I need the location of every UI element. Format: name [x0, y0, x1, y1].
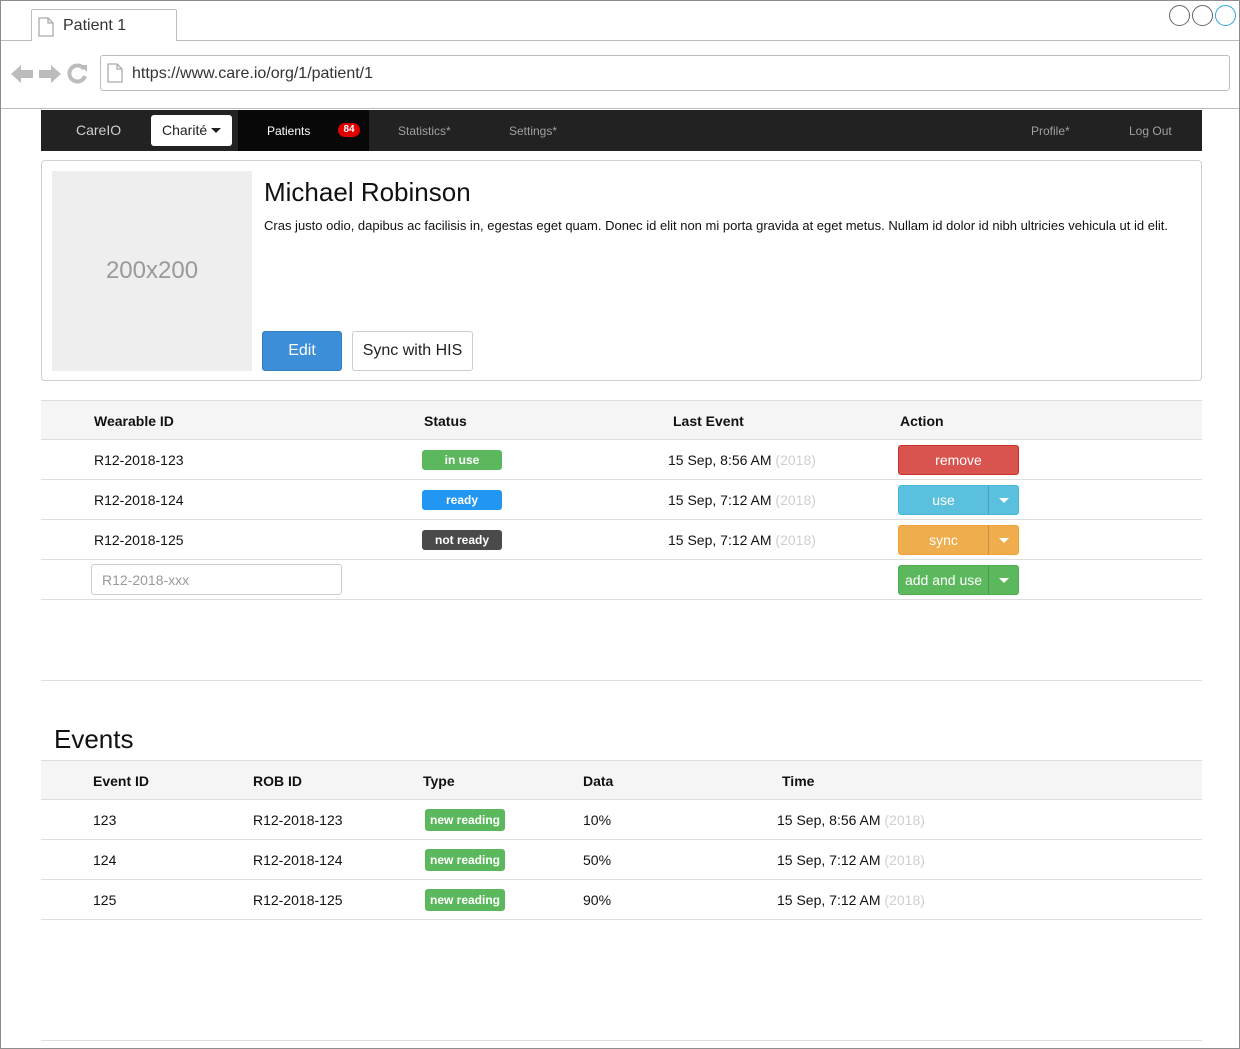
sync-split-button[interactable]: sync: [898, 525, 1019, 555]
event-type-badge: new reading: [425, 809, 505, 831]
patients-count-badge: 84: [338, 123, 360, 137]
caret-down-icon: [998, 537, 1009, 543]
table-row: 123 R12-2018-123 new reading 10% 15 Sep,…: [41, 800, 1202, 840]
logout-link[interactable]: Log Out: [1129, 124, 1172, 138]
window-controls: [1169, 5, 1236, 26]
last-event: 15 Sep, 8:56 AM (2018): [668, 452, 816, 468]
last-event: 15 Sep, 7:12 AM (2018): [668, 492, 816, 508]
wearable-id: R12-2018-125: [94, 532, 184, 548]
table-row: R12-2018-124 ready 15 Sep, 7:12 AM (2018…: [41, 480, 1202, 520]
table-row: 124 R12-2018-124 new reading 50% 15 Sep,…: [41, 840, 1202, 880]
column-header-status: Status: [424, 413, 467, 429]
nav-item-profile[interactable]: Profile*: [1031, 124, 1070, 138]
event-data: 90%: [583, 892, 612, 908]
add-and-use-dropdown-toggle[interactable]: [988, 566, 1018, 594]
sync-button[interactable]: sync: [899, 532, 988, 548]
last-event: 15 Sep, 7:12 AM (2018): [668, 532, 816, 548]
sync-with-his-button[interactable]: Sync with HIS: [352, 331, 473, 371]
event-data: 50%: [583, 852, 612, 868]
column-header-rob-id: ROB ID: [253, 773, 302, 789]
wearables-table: Wearable ID Status Last Event Action R12…: [41, 400, 1202, 600]
column-header-wearable-id: Wearable ID: [94, 413, 174, 429]
event-id: 125: [93, 892, 117, 908]
use-dropdown-toggle[interactable]: [988, 486, 1018, 514]
new-wearable-row: add and use: [41, 560, 1202, 600]
event-data: 10%: [583, 812, 612, 828]
column-header-action: Action: [900, 413, 944, 429]
event-time: 15 Sep, 8:56 AM (2018): [777, 812, 925, 828]
app-navbar: CareIO Charité Patients 84 Statistics* S…: [41, 110, 1202, 151]
reload-icon[interactable]: [66, 63, 88, 85]
column-header-data: Data: [583, 773, 614, 789]
wearables-table-header: Wearable ID Status Last Event Action: [41, 400, 1202, 440]
patient-card: 200x200 Michael Robinson Cras justo odio…: [41, 160, 1202, 381]
edit-button[interactable]: Edit: [262, 331, 342, 371]
nav-item-statistics[interactable]: Statistics*: [398, 124, 451, 138]
event-time: 15 Sep, 7:12 AM (2018): [777, 892, 925, 908]
status-badge: in use: [422, 450, 502, 470]
status-badge: ready: [422, 490, 502, 510]
column-header-event-id: Event ID: [93, 773, 150, 789]
use-split-button[interactable]: use: [898, 485, 1019, 515]
use-button[interactable]: use: [899, 492, 988, 508]
page-icon: [107, 63, 123, 88]
patient-photo-placeholder: 200x200: [52, 171, 252, 371]
caret-down-icon: [211, 128, 221, 133]
browser-tab[interactable]: Patient 1: [31, 9, 177, 42]
address-bar[interactable]: https://www.care.io/org/1/patient/1: [100, 55, 1230, 91]
caret-down-icon: [998, 497, 1009, 503]
patient-name: Michael Robinson: [264, 177, 471, 207]
events-table: Event ID ROB ID Type Data Time 123 R12-2…: [41, 760, 1202, 920]
org-dropdown[interactable]: Charité: [151, 115, 232, 146]
window-control-icon[interactable]: [1169, 5, 1190, 26]
wearable-id: R12-2018-124: [94, 492, 184, 508]
nav-patients-label: Patients: [267, 124, 311, 138]
event-id: 124: [93, 852, 117, 868]
rob-id: R12-2018-125: [253, 892, 343, 908]
wearable-id: R12-2018-123: [94, 452, 184, 468]
nav-item-patients[interactable]: Patients 84: [238, 110, 369, 151]
section-divider: [41, 680, 1202, 681]
event-type-badge: new reading: [425, 889, 505, 911]
tab-title: Patient 1: [63, 17, 127, 34]
browser-toolbar: https://www.care.io/org/1/patient/1: [0, 41, 1240, 109]
new-wearable-id-input[interactable]: [91, 564, 342, 595]
add-and-use-split-button[interactable]: add and use: [898, 565, 1019, 595]
table-row: 125 R12-2018-125 new reading 90% 15 Sep,…: [41, 880, 1202, 920]
window-control-icon[interactable]: [1215, 5, 1236, 26]
window-control-icon[interactable]: [1192, 5, 1213, 26]
forward-arrow-icon[interactable]: [38, 63, 61, 85]
column-header-type: Type: [423, 773, 455, 789]
url-text: https://www.care.io/org/1/patient/1: [132, 65, 374, 82]
rob-id: R12-2018-124: [253, 852, 343, 868]
rob-id: R12-2018-123: [253, 812, 343, 828]
event-id: 123: [93, 812, 117, 828]
page-icon: [38, 17, 54, 42]
event-type-badge: new reading: [425, 849, 505, 871]
caret-down-icon: [998, 577, 1009, 583]
table-row: R12-2018-125 not ready 15 Sep, 7:12 AM (…: [41, 520, 1202, 560]
event-time: 15 Sep, 7:12 AM (2018): [777, 852, 925, 868]
status-badge: not ready: [422, 530, 502, 550]
events-heading: Events: [54, 724, 134, 754]
footer-divider: [41, 1040, 1202, 1041]
column-header-time: Time: [782, 773, 815, 789]
org-label: Charité: [162, 122, 208, 138]
nav-item-settings[interactable]: Settings*: [509, 124, 557, 138]
patient-description: Cras justo odio, dapibus ac facilisis in…: [264, 218, 1168, 233]
events-table-header: Event ID ROB ID Type Data Time: [41, 760, 1202, 800]
sync-dropdown-toggle[interactable]: [988, 526, 1018, 554]
table-row: R12-2018-123 in use 15 Sep, 8:56 AM (201…: [41, 440, 1202, 480]
column-header-last-event: Last Event: [673, 413, 744, 429]
browser-tab-strip: Patient 1: [0, 0, 1240, 42]
brand-link[interactable]: CareIO: [76, 122, 121, 138]
back-arrow-icon[interactable]: [10, 63, 33, 85]
remove-button[interactable]: remove: [898, 445, 1019, 475]
add-and-use-button[interactable]: add and use: [899, 572, 988, 588]
